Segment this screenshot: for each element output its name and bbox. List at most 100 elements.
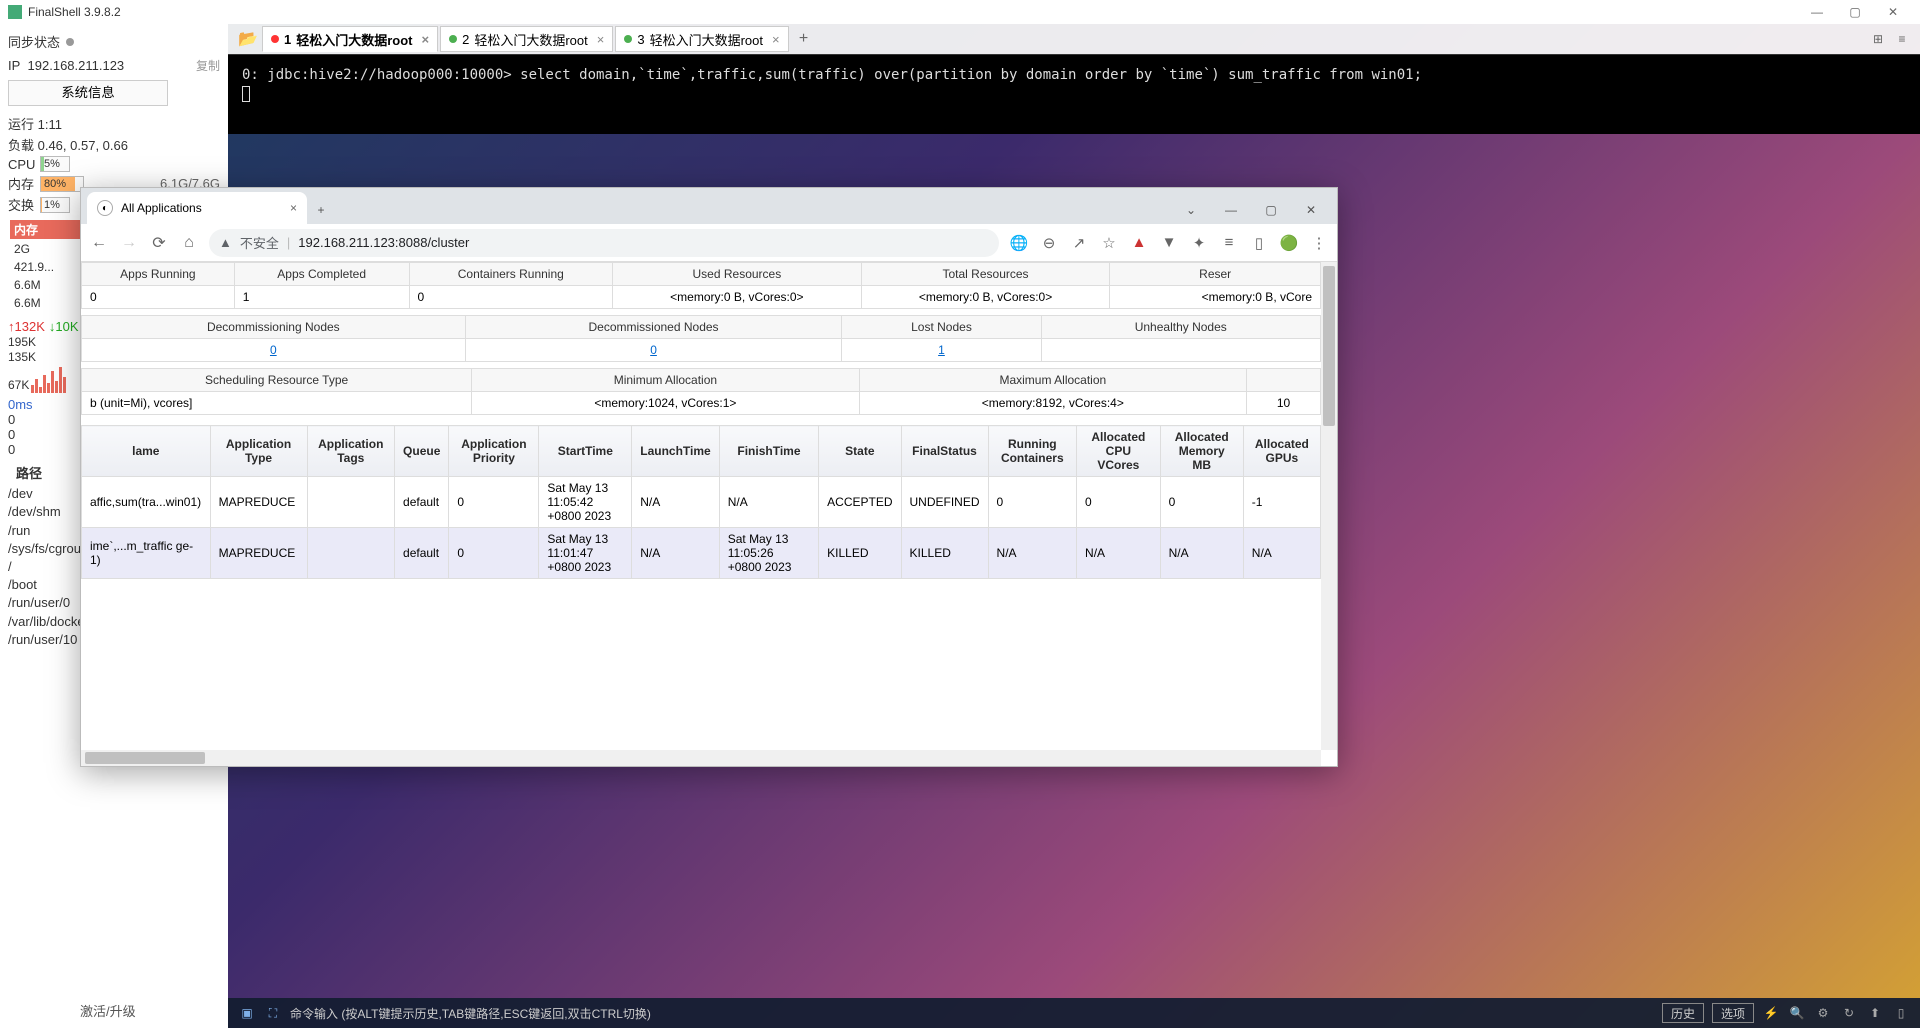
tab-label: 轻松入门大数据root [650, 30, 763, 49]
copy-ip-button[interactable]: 复制 [196, 57, 220, 74]
sync-status-row: 同步状态 [8, 32, 220, 51]
insecure-label: 不安全 [240, 233, 279, 252]
app-icon [8, 5, 22, 19]
browser-content[interactable]: Apps Running Apps Completed Containers R… [81, 262, 1337, 766]
vertical-scrollbar[interactable] [1321, 262, 1337, 750]
home-button[interactable]: ⌂ [179, 234, 199, 252]
add-tab-button[interactable]: + [791, 26, 817, 52]
close-tab-icon[interactable]: × [772, 32, 780, 47]
history-button[interactable]: 历史 [1662, 1003, 1704, 1023]
sync-status-label: 同步状态 [8, 32, 60, 51]
net-scale-2: 67K [8, 378, 29, 392]
link[interactable]: 0 [650, 343, 657, 357]
browser-close-button[interactable]: ✕ [1291, 196, 1331, 224]
cpu-value: 5% [44, 158, 60, 170]
ip-label: IP 192.168.211.123 [8, 58, 124, 73]
terminal-line: 0: jdbc:hive2://hadoop000:10000> select … [242, 65, 1906, 86]
insecure-icon: ▲ [219, 235, 232, 250]
forward-button[interactable]: → [119, 234, 139, 252]
browser-tabstrip: ◐ All Applications × + ⌄ — ▢ ✕ [81, 188, 1337, 224]
close-browser-tab-icon[interactable]: × [290, 201, 297, 215]
favicon-icon: ◐ [97, 200, 113, 216]
mem-pct: 80% [44, 178, 66, 190]
browser-window: ◐ All Applications × + ⌄ — ▢ ✕ ← → ⟳ ⌂ ▲… [80, 187, 1338, 767]
refresh-icon[interactable]: ↻ [1840, 1006, 1858, 1020]
ext1-icon[interactable]: ▲ [1129, 234, 1149, 251]
avatar-icon[interactable]: 🟢 [1279, 234, 1299, 252]
table-row[interactable]: ime`,...m_traffic ge-1) MAPREDUCE defaul… [82, 528, 1321, 579]
load-label: 负载 0.46, 0.57, 0.66 [8, 135, 220, 154]
ext2-icon[interactable]: ▼ [1159, 234, 1179, 251]
bolt-icon[interactable]: ⚡ [1762, 1006, 1780, 1020]
sidebar-icon[interactable]: ▯ [1249, 234, 1269, 252]
net-down: ↓10K [49, 319, 79, 334]
activate-link[interactable]: 激活/升级 [80, 1001, 136, 1020]
table-row[interactable]: affic,sum(tra...win01) MAPREDUCE default… [82, 477, 1321, 528]
net-up: ↑132K [8, 319, 45, 334]
table-row: b (unit=Mi), vcores] <memory:1024, vCore… [82, 392, 1321, 415]
chevron-down-icon[interactable]: ⌄ [1171, 196, 1211, 224]
session-tab-2[interactable]: 2 轻松入门大数据root × [440, 26, 613, 52]
search-icon[interactable]: 🔍 [1788, 1006, 1806, 1020]
link[interactable]: 0 [270, 343, 277, 357]
clipboard-icon[interactable]: ▯ [1892, 1006, 1910, 1020]
session-tabbar: 📂 1 轻松入门大数据root × 2 轻松入门大数据root × 3 轻松入门… [228, 24, 1920, 54]
network-chart-icon [31, 365, 69, 393]
browser-max-button[interactable]: ▢ [1251, 196, 1291, 224]
share-icon[interactable]: ↗ [1069, 234, 1089, 252]
table-header-row: lame Application Type Application Tags Q… [82, 426, 1321, 477]
terminal-input-bar: ▣ ⛶ 命令输入 (按ALT键提示历史,TAB键路径,ESC键返回,双击CTRL… [228, 998, 1920, 1028]
translate-icon[interactable]: 🌐 [1009, 234, 1029, 252]
link[interactable]: 1 [938, 343, 945, 357]
open-folder-icon[interactable]: 📂 [234, 28, 262, 50]
fullscreen-icon[interactable]: ⛶ [264, 1004, 282, 1022]
tab-num: 1 [284, 32, 291, 47]
gear-icon[interactable]: ⚙ [1814, 1006, 1832, 1020]
terminal-icon[interactable]: ▣ [238, 1004, 256, 1022]
back-button[interactable]: ← [89, 234, 109, 252]
app-titlebar: FinalShell 3.9.8.2 — ▢ ✕ [0, 0, 1920, 24]
session-tab-3[interactable]: 3 轻松入门大数据root × [615, 26, 788, 52]
browser-tab[interactable]: ◐ All Applications × [87, 192, 307, 224]
extensions-icon[interactable]: ✦ [1189, 234, 1209, 252]
browser-min-button[interactable]: — [1211, 196, 1251, 224]
sync-status-dot-icon [66, 38, 74, 46]
horizontal-scrollbar[interactable] [81, 750, 1321, 766]
browser-menu-icon[interactable]: ⋮ [1309, 234, 1329, 252]
grid-view-icon[interactable]: ⊞ [1866, 27, 1890, 51]
close-tab-icon[interactable]: × [597, 32, 605, 47]
upload-icon[interactable]: ⬆ [1866, 1006, 1884, 1020]
cpu-label: CPU [8, 157, 40, 172]
options-button[interactable]: 选项 [1712, 1003, 1754, 1023]
tab-label: 轻松入门大数据root [474, 30, 587, 49]
browser-tab-title: All Applications [121, 201, 202, 215]
reload-button[interactable]: ⟳ [149, 233, 169, 253]
command-input[interactable]: 命令输入 (按ALT键提示历史,TAB键路径,ESC键返回,双击CTRL切换) [290, 1005, 651, 1022]
new-browser-tab-button[interactable]: + [307, 196, 335, 224]
status-dot-icon [271, 35, 279, 43]
zoom-out-icon[interactable]: ⊖ [1039, 234, 1059, 252]
terminal-output[interactable]: 0: jdbc:hive2://hadoop000:10000> select … [228, 54, 1920, 134]
applications-table: lame Application Type Application Tags Q… [81, 425, 1321, 579]
tab-num: 2 [462, 32, 469, 47]
url-text: 192.168.211.123:8088/cluster [298, 235, 469, 250]
nodes-table: Decommissioning Nodes Decommissioned Nod… [81, 315, 1321, 362]
address-bar[interactable]: ▲ 不安全 | 192.168.211.123:8088/cluster [209, 229, 999, 257]
scheduler-table: Scheduling Resource Type Minimum Allocat… [81, 368, 1321, 415]
close-tab-icon[interactable]: × [422, 32, 430, 47]
mem-label: 内存 [8, 174, 40, 193]
session-tab-1[interactable]: 1 轻松入门大数据root × [262, 26, 438, 52]
window-max-button[interactable]: ▢ [1836, 1, 1874, 23]
tab-num: 3 [637, 32, 644, 47]
system-info-button[interactable]: 系统信息 [8, 80, 168, 106]
window-min-button[interactable]: — [1798, 1, 1836, 23]
star-icon[interactable]: ☆ [1099, 234, 1119, 252]
status-dot-icon [624, 35, 632, 43]
list-icon[interactable]: ≡ [1219, 234, 1239, 251]
cursor-icon [242, 86, 250, 102]
menu-icon[interactable]: ≡ [1890, 27, 1914, 51]
app-title: FinalShell 3.9.8.2 [28, 5, 121, 19]
swap-label: 交换 [8, 195, 40, 214]
ip-value: 192.168.211.123 [28, 58, 125, 73]
window-close-button[interactable]: ✕ [1874, 1, 1912, 23]
